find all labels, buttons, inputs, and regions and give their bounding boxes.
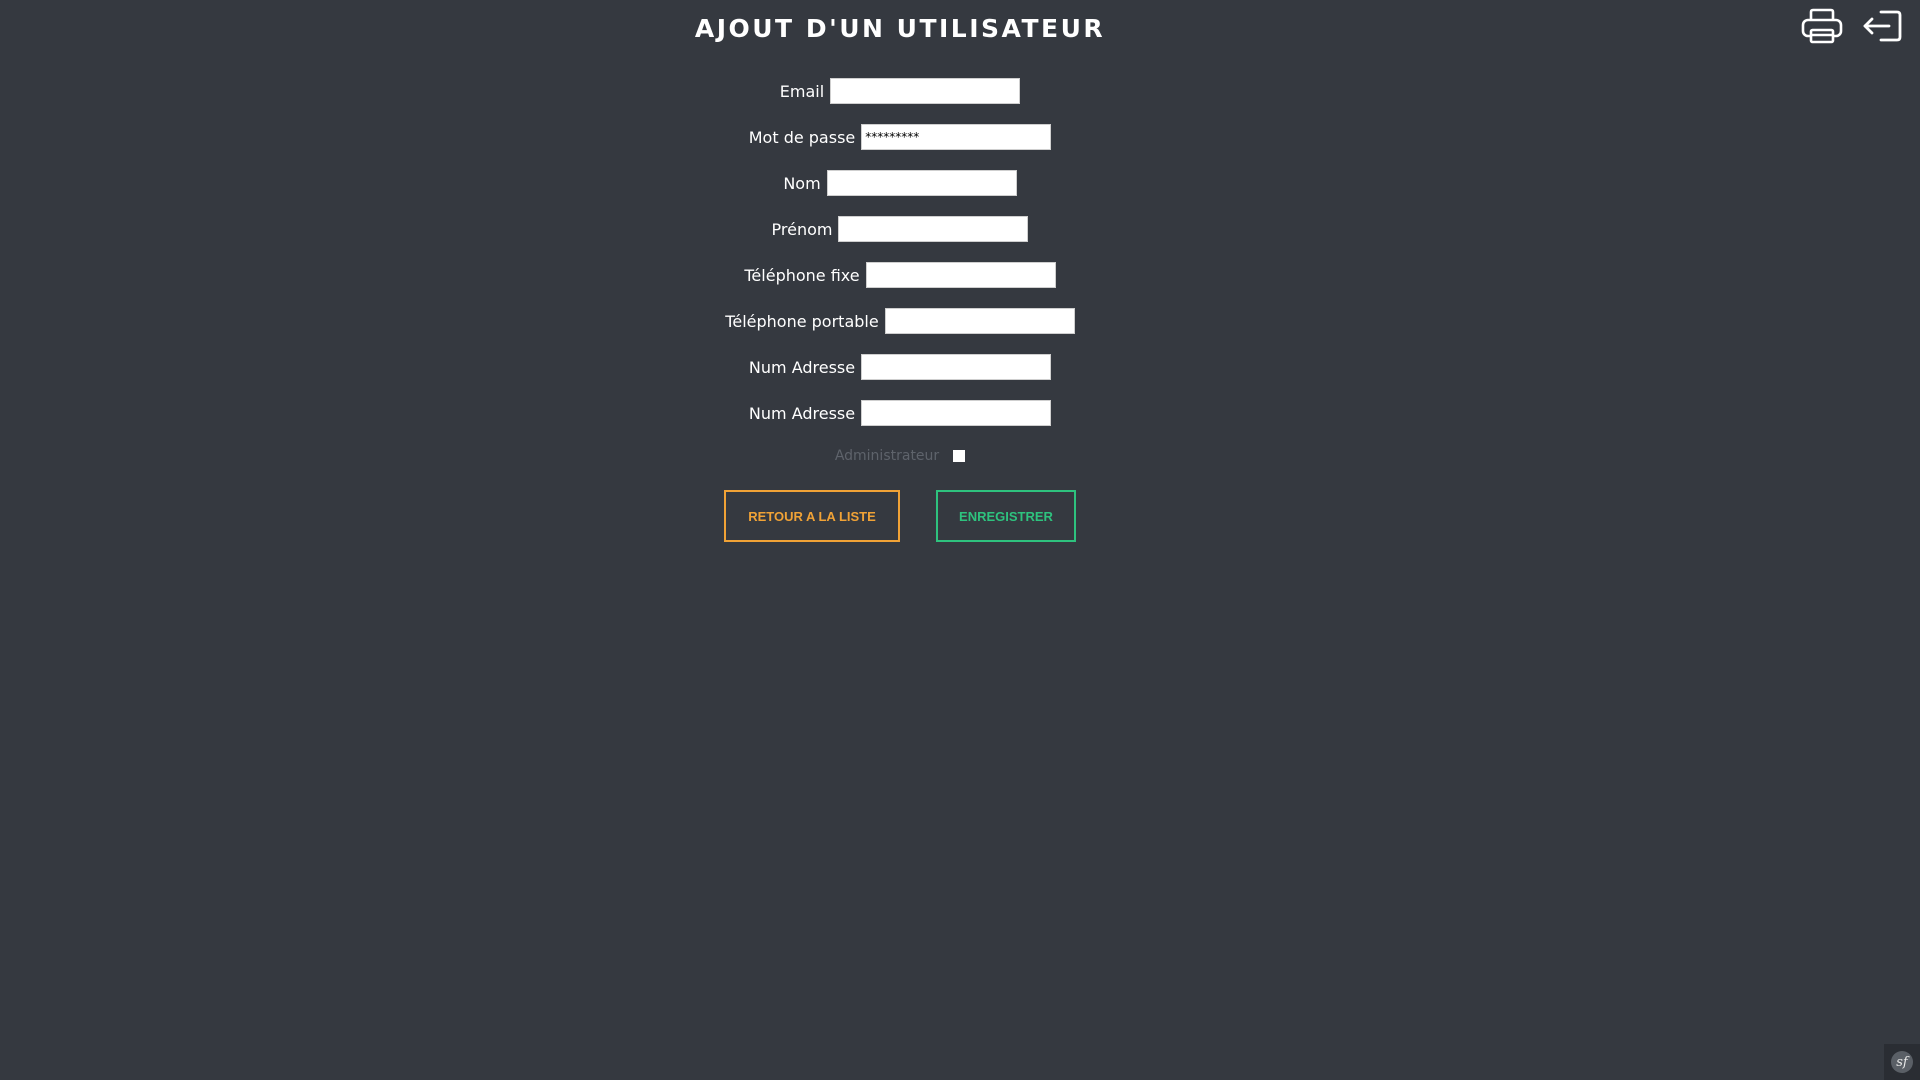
num-adresse-field-1[interactable] [861,354,1052,380]
num-adresse-field-2[interactable] [861,400,1052,426]
password-row: Mot de passe [749,114,1052,160]
email-row: Email [779,68,1021,114]
tel-fixe-field[interactable] [865,262,1056,288]
tel-fixe-label: Téléphone fixe [744,265,860,285]
num-adresse-row-1: Num Adresse [748,344,1052,390]
num-adresse-label-1: Num Adresse [748,357,856,377]
printer-icon [1801,8,1843,44]
prenom-row: Prénom [772,206,1029,252]
logout-icon [1863,10,1902,42]
form-actions: RETOUR A LA LISTE ENREGISTRER [724,490,1076,542]
symfony-icon: sf [1891,1051,1913,1073]
num-adresse-label-2: Num Adresse [748,403,856,423]
page-title: AJOUT D'UN UTILISATEUR [694,14,1106,43]
password-label: Mot de passe [748,127,856,147]
save-button[interactable]: ENREGISTRER [936,490,1076,542]
prenom-label: Prénom [771,219,833,239]
page: AJOUT D'UN UTILISATEUR Email Mot de pass… [0,0,1920,1080]
logout-button[interactable] [1860,6,1904,46]
top-toolbar [1800,6,1904,46]
nom-label: Nom [783,173,821,193]
num-adresse-row-2: Num Adresse [748,390,1052,436]
admin-checkbox[interactable] [953,450,966,462]
password-field[interactable] [861,124,1052,150]
nom-field[interactable] [826,170,1017,196]
admin-row: Administrateur [834,436,966,476]
tel-fixe-row: Téléphone fixe [744,252,1056,298]
tel-portable-field[interactable] [884,308,1075,334]
prenom-field[interactable] [838,216,1029,242]
add-user-form: Email Mot de passe Nom Prénom Téléphone … [0,68,1800,542]
symfony-debug-toggle[interactable]: sf [1884,1044,1920,1080]
print-button[interactable] [1800,6,1844,46]
email-label: Email [779,81,825,101]
nom-row: Nom [783,160,1017,206]
tel-portable-row: Téléphone portable [725,298,1075,344]
admin-label: Administrateur [834,448,940,464]
back-to-list-button[interactable]: RETOUR A LA LISTE [724,490,900,542]
tel-portable-label: Téléphone portable [725,311,879,331]
email-field[interactable] [830,78,1021,104]
